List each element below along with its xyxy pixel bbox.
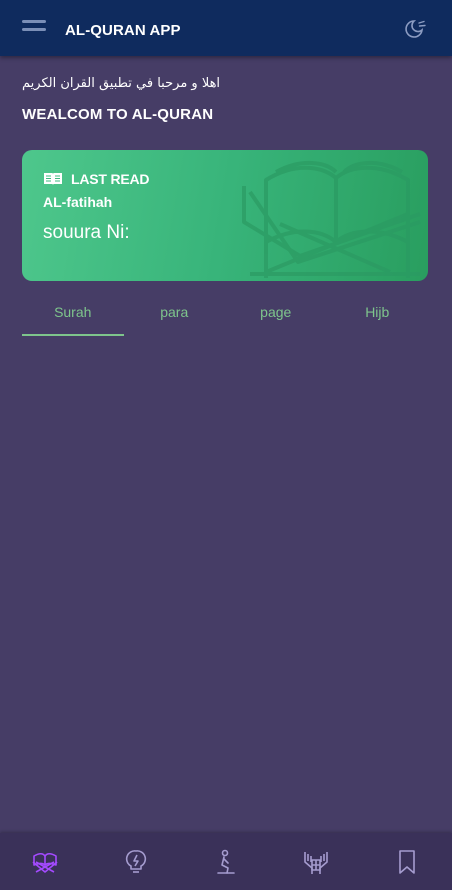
bookmark-icon [399, 849, 415, 874]
bottom-navigation [0, 833, 452, 890]
app-title: AL-QURAN APP [65, 22, 181, 39]
lightbulb-icon [125, 849, 146, 873]
welcome-heading: WEALCOM TO AL-QURAN [22, 106, 214, 123]
tab-surah[interactable]: Surah [22, 296, 124, 336]
menu-icon[interactable] [22, 19, 48, 35]
tab-para[interactable]: para [124, 296, 226, 336]
prayer-icon [217, 849, 235, 874]
nav-item-prayer[interactable] [181, 833, 271, 890]
moon-icon[interactable] [400, 17, 428, 39]
last-read-surah: AL-fatihah [43, 194, 113, 210]
open-book-icon [44, 173, 62, 185]
last-read-card[interactable]: LAST READ AL-fatihah souura Ni: [22, 150, 428, 281]
nav-item-dua[interactable] [271, 833, 361, 890]
dua-hands-icon [304, 851, 329, 874]
app-bar: AL-QURAN APP [0, 0, 452, 56]
quran-stand-icon [242, 160, 421, 278]
nav-item-bookmark[interactable] [362, 833, 452, 890]
nav-item-quran[interactable] [0, 833, 90, 890]
nav-item-tips[interactable] [90, 833, 180, 890]
tab-bar: Surah para page Hijb [22, 296, 428, 336]
greeting-arabic: اهلا و مرحبا في تطبيق القران الكريم [22, 76, 221, 91]
last-read-surah-number: souura Ni: [43, 222, 130, 243]
tab-hijb[interactable]: Hijb [327, 296, 429, 336]
quran-icon [32, 852, 58, 873]
last-read-label: LAST READ [71, 171, 150, 187]
tab-page[interactable]: page [225, 296, 327, 336]
